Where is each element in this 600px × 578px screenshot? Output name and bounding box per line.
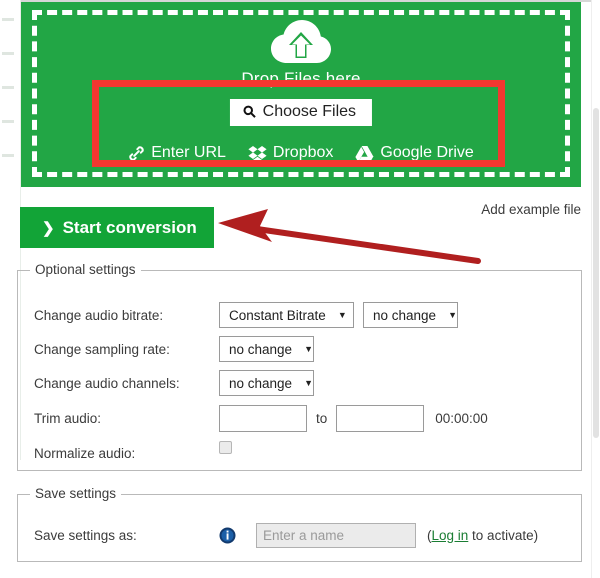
gutter-line (2, 154, 14, 157)
info-icon[interactable] (219, 527, 236, 544)
trim-audio-label: Trim audio: (34, 410, 102, 426)
google-drive-link[interactable]: Google Drive (355, 144, 474, 162)
file-dropzone[interactable]: Drop Files here ⚲ Choose Files Enter URL (21, 2, 581, 187)
normalize-audio-label: Normalize audio: (34, 445, 136, 461)
dropbox-label: Dropbox (272, 144, 334, 161)
audio-channels-select[interactable]: no change ▼ (219, 370, 314, 396)
search-icon: ⚲ (240, 102, 261, 123)
dropbox-link[interactable]: Dropbox (248, 144, 333, 162)
chevron-down-icon: ▼ (337, 309, 347, 320)
save-settings-legend: Save settings (30, 486, 122, 501)
chevron-down-icon: ▼ (304, 377, 313, 388)
add-example-file-link[interactable]: Add example file (481, 202, 581, 217)
gutter-line (2, 86, 14, 89)
red-arrow-annotation (210, 198, 490, 278)
gutter-line (2, 18, 14, 21)
login-hint: (Log in to activate) (427, 528, 538, 543)
sampling-rate-select[interactable]: no change ▼ (219, 336, 314, 362)
save-settings-as-label: Save settings as: (34, 527, 137, 543)
login-hint-suffix: to activate) (468, 527, 539, 543)
upload-source-links: Enter URL Dropbox Google Drive (21, 144, 581, 162)
enter-url-label: Enter URL (151, 144, 226, 161)
sampling-rate-value: no change (229, 341, 293, 357)
audio-bitrate-mode-select[interactable]: Constant Bitrate ▼ (219, 302, 354, 328)
login-link[interactable]: Log in (432, 528, 469, 543)
chevron-right-icon: ❯ (42, 219, 55, 237)
optional-settings-legend: Optional settings (30, 262, 141, 277)
page-scrollbar[interactable] (591, 0, 600, 578)
chevron-down-icon: ▼ (448, 309, 457, 320)
save-name-input[interactable] (256, 522, 416, 548)
normalize-audio-row: Normalize audio: (34, 439, 571, 467)
audio-bitrate-value: no change (373, 307, 437, 323)
audio-bitrate-mode-value: Constant Bitrate (229, 307, 326, 323)
cloud-upload-icon (270, 18, 332, 66)
save-settings-fieldset: Save settings Save settings as: (Log in … (17, 486, 582, 562)
save-settings-row: Save settings as: (Log in to activate) (34, 521, 571, 549)
audio-bitrate-row: Change audio bitrate: Constant Bitrate ▼… (34, 301, 571, 329)
trim-to-word: to (316, 410, 328, 426)
sampling-rate-label: Change sampling rate: (34, 341, 170, 357)
choose-files-button[interactable]: ⚲ Choose Files (229, 99, 373, 126)
normalize-audio-checkbox[interactable] (219, 440, 232, 454)
start-conversion-button[interactable]: ❯ Start conversion (20, 207, 214, 248)
google-drive-icon (355, 145, 375, 162)
sampling-rate-row: Change sampling rate: no change ▼ (34, 335, 571, 363)
drop-files-label: Drop Files here (241, 69, 361, 88)
page-scrollbar-thumb[interactable] (593, 108, 599, 438)
optional-settings-fieldset: Optional settings Change audio bitrate: … (17, 262, 582, 471)
audio-channels-value: no change (229, 375, 293, 391)
link-icon (128, 145, 145, 162)
enter-url-link[interactable]: Enter URL (128, 144, 226, 162)
dropbox-icon (248, 145, 267, 162)
audio-bitrate-value-select[interactable]: no change ▼ (363, 302, 458, 328)
trim-from-input[interactable] (219, 404, 307, 432)
trim-to-input[interactable] (336, 404, 425, 432)
gutter-line (2, 120, 14, 123)
gutter-line (2, 52, 14, 55)
start-conversion-label: Start conversion (62, 217, 197, 237)
audio-channels-label: Change audio channels: (34, 375, 180, 391)
trim-audio-row: Trim audio: to 00:00:00 (34, 404, 571, 432)
chevron-down-icon: ▼ (304, 343, 313, 354)
audio-channels-row: Change audio channels: no change ▼ (34, 369, 571, 397)
trim-duration-value: 00:00:00 (435, 410, 488, 426)
audio-bitrate-label: Change audio bitrate: (34, 307, 164, 323)
choose-files-label: Choose Files (262, 103, 357, 120)
google-drive-label: Google Drive (380, 144, 474, 161)
